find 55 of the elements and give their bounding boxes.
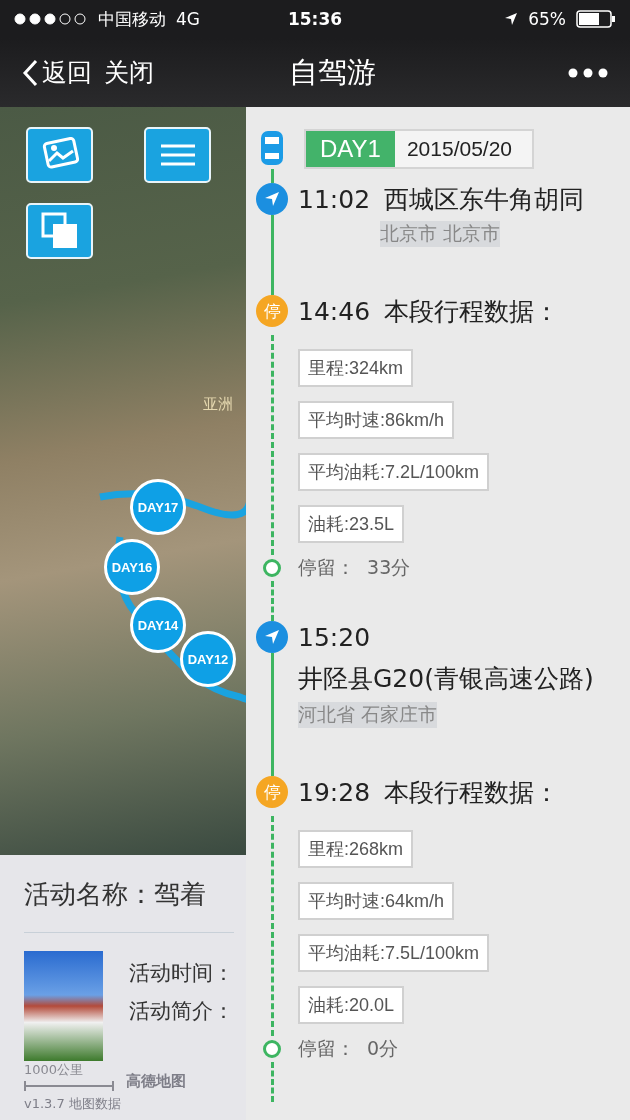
stat-tag: 平均油耗:7.2L/100km [298,453,490,491]
stay-ring-icon [263,1040,281,1058]
battery-icon [576,10,616,28]
stat-tag: 平均油耗:7.5L/100km [298,934,490,972]
photo-button[interactable] [26,127,93,183]
network-type: 4G [176,9,200,29]
stat-tag: 里程:268km [298,830,414,868]
menu-icon [158,143,197,167]
activity-name: 活动名称：驾着 [24,878,206,911]
segment-title: 本段行程数据： [384,776,560,809]
entry-city: 河北省 石家庄市 [298,702,438,728]
map-logo: 高德地图 [126,1072,186,1091]
map-version: v1.3.7 地图数据 [24,1095,121,1113]
stat-tag: 平均时速:86km/h [298,401,455,439]
activity-intro-label: 活动简介： [129,998,234,1025]
signal-icon [14,13,88,25]
close-button[interactable]: 关闭 [98,56,160,89]
stat-tag: 油耗:20.0L [298,986,405,1024]
location-arrow-icon [504,12,519,26]
segment-title: 本段行程数据： [384,295,560,328]
carrier-name: 中国移动 [98,7,166,31]
back-button[interactable]: 返回 [16,56,98,89]
stay-duration: 停留： 33分 [298,555,412,580]
stop-marker: 停 [256,776,288,808]
stat-tag: 里程:324km [298,349,414,387]
entry-time: 15:20 [298,622,371,652]
entry-place: 西城区东牛角胡同 [384,183,585,216]
map-scale-label: 1000公里 [24,1061,85,1079]
map-region-label: 亚洲 [203,395,233,414]
satellite-map[interactable]: 亚洲 DAY17 DAY16 DAY14 DAY12 [0,107,246,855]
entry-city: 北京市 北京市 [380,221,501,247]
entry-time: 19:28 [298,777,371,807]
battery-percent: 65% [528,9,566,29]
entry-place: 井陉县G20(青银高速公路) [298,663,595,695]
stat-tag: 油耗:23.5L [298,505,405,543]
menu-button[interactable] [144,127,211,183]
activity-time-label: 活动时间： [129,960,234,987]
day-marker[interactable]: DAY14 [130,597,186,653]
entry-time: 11:02 [298,184,371,214]
layers-button[interactable] [26,203,93,259]
day-date: 2015/05/20 [394,131,533,167]
page-title: 自驾游 [287,53,377,91]
more-icon [568,67,608,78]
stat-tag: 平均时速:64km/h [298,882,455,920]
day-marker[interactable]: DAY16 [104,539,160,595]
layers-icon [40,212,79,250]
day-marker[interactable]: DAY17 [130,479,186,535]
chevron-left-icon [22,58,38,87]
stay-duration: 停留： 0分 [298,1036,400,1061]
day-marker[interactable]: DAY12 [180,631,236,687]
stop-marker: 停 [256,295,288,327]
day-label: DAY1 [306,131,395,167]
entry-time: 14:46 [298,296,371,326]
stay-ring-icon [263,559,281,577]
clock-time: 15:36 [287,9,343,29]
